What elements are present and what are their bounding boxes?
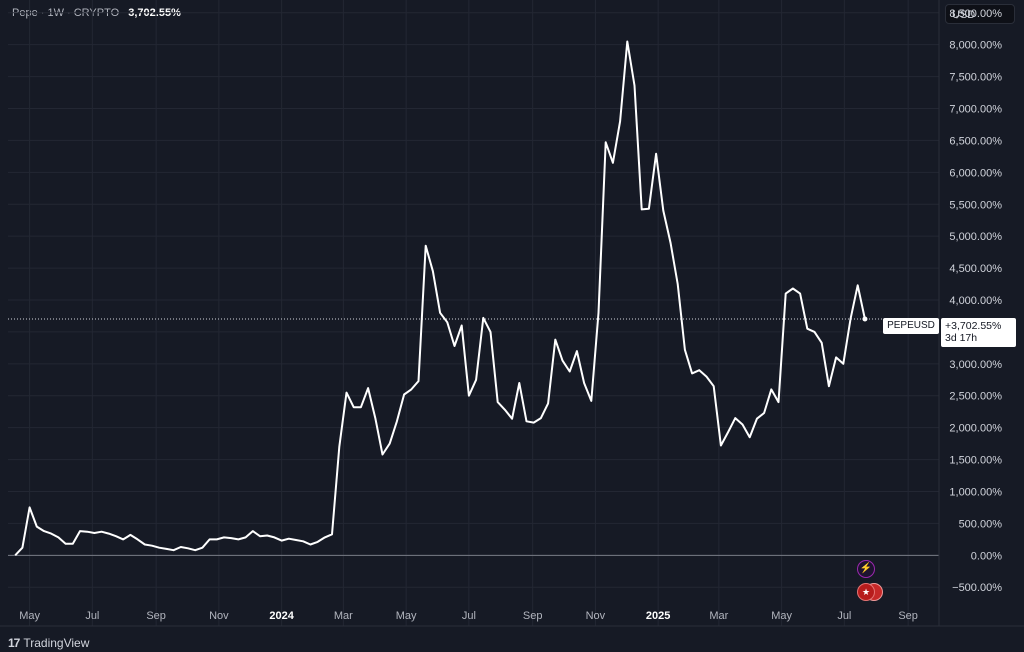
x-tick-label: Jul — [462, 610, 476, 622]
x-tick-label: 2025 — [646, 610, 670, 622]
lightning-icon[interactable]: ⚡ — [857, 560, 875, 578]
y-tick-label: 6,000.00% — [949, 167, 1002, 179]
x-tick-label: Sep — [523, 610, 543, 622]
y-tick-label: 0.00% — [971, 550, 1002, 562]
y-tick-label: 6,500.00% — [949, 135, 1002, 147]
y-tick-label: 5,000.00% — [949, 231, 1002, 243]
x-tick-label: May — [396, 610, 417, 622]
x-tick-label: Jul — [837, 610, 851, 622]
y-tick-label: 5,500.00% — [949, 199, 1002, 211]
footer: 17 TradingView — [8, 636, 89, 650]
us-flag-icon[interactable]: ★ — [857, 583, 875, 601]
tradingview-logo-icon: 17 — [8, 636, 20, 650]
y-tick-label: −500.00% — [952, 582, 1002, 594]
x-tick-label: May — [19, 610, 40, 622]
x-tick-label: Nov — [209, 610, 229, 622]
y-tick-label: 2,500.00% — [949, 391, 1002, 403]
x-tick-label: Mar — [334, 610, 353, 622]
y-tick-label: 4,000.00% — [949, 295, 1002, 307]
last-point-marker — [862, 316, 868, 322]
x-tick-label: Nov — [586, 610, 606, 622]
y-tick-label: 1,000.00% — [949, 486, 1002, 498]
x-tick-label: Jul — [85, 610, 99, 622]
x-tick-label: Mar — [709, 610, 728, 622]
y-tick-label: 3,000.00% — [949, 359, 1002, 371]
x-tick-label: Sep — [146, 610, 166, 622]
y-tick-label: 2,000.00% — [949, 423, 1002, 435]
x-tick-label: 2024 — [269, 610, 294, 622]
y-tick-label: 8,000.00% — [949, 40, 1002, 52]
y-tick-label: 4,500.00% — [949, 263, 1002, 275]
x-tick-label: Sep — [898, 610, 918, 622]
price-chart[interactable]: −500.00% 0.00% 500.00% 1,000.00% 1,500.00% 2,… — [0, 0, 1024, 652]
series-line — [14, 40, 866, 556]
last-value-text: +3,702.55% — [945, 320, 1002, 332]
y-tick-label: 500.00% — [959, 518, 1003, 530]
y-tick-label: 7,000.00% — [949, 104, 1002, 116]
symbol-tag: PEPEUSD — [883, 318, 939, 334]
grid-lines — [8, 0, 939, 626]
price-axis: −500.00% 0.00% 500.00% 1,000.00% 1,500.00% 2,… — [949, 8, 1002, 594]
y-tick-label: 8,500.00% — [949, 8, 1002, 20]
x-tick-label: May — [771, 610, 792, 622]
y-tick-label: 1,500.00% — [949, 455, 1002, 467]
time-axis: May Jul Sep Nov 2024 Mar May Jul Sep Nov 2025 Mar Ma… — [19, 610, 918, 622]
last-value-tag: +3,702.55% 3d 17h — [941, 318, 1016, 347]
countdown-text: 3d 17h — [945, 332, 978, 344]
brand-label[interactable]: TradingView — [23, 636, 89, 650]
y-tick-label: 7,500.00% — [949, 72, 1002, 84]
